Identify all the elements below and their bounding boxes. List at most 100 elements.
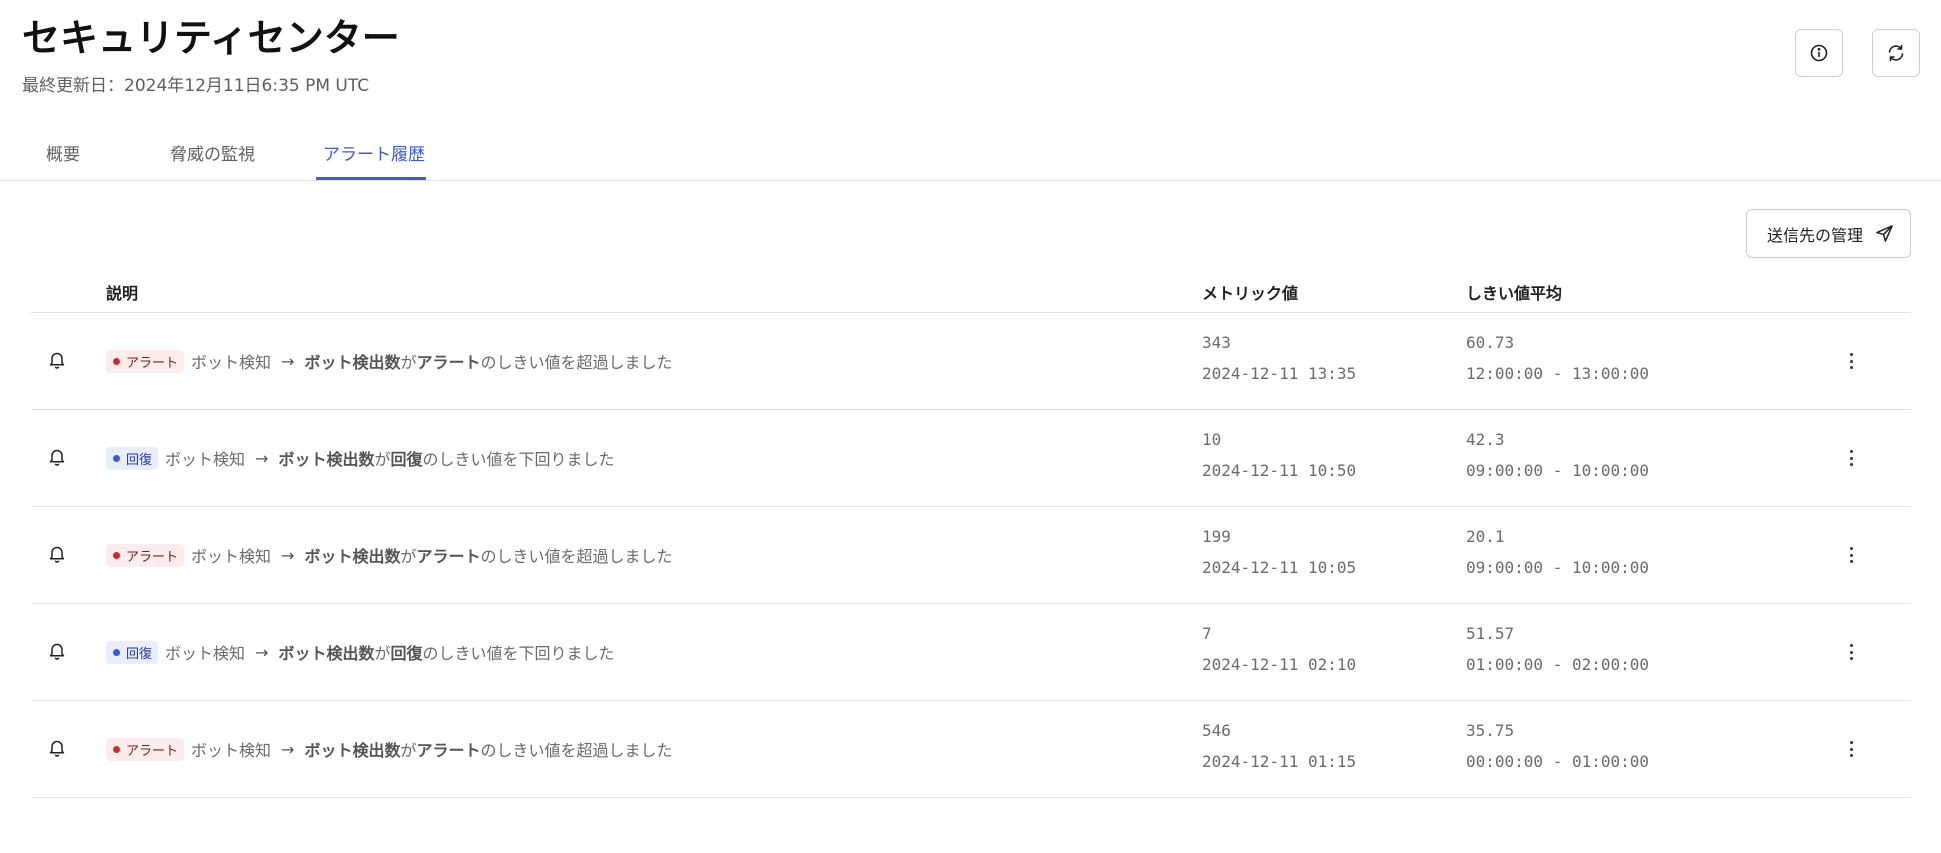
table-row[interactable]: 回復 ボット検知 → ボット検出数が回復 のしきい値を下回りました 7 2024-12-11… [31,604,1911,701]
tab-alert-history[interactable]: アラート履歴 [323,140,425,165]
threshold-time-range: 00:00:00 - 01:00:00 [1466,752,1650,771]
manage-destinations-button[interactable]: 送信先の管理 [1745,209,1911,258]
alert-source: ボット検知 [165,644,246,663]
arrow-right-icon: → [281,545,295,565]
threshold-average: 51.57 [1466,624,1515,643]
alert-source: ボット検知 [191,547,272,566]
status-dot [113,551,120,559]
alert-description: 回復 ボット検知 → ボット検出数が回復 のしきい値を下回りました [106,640,615,664]
send-icon [1876,225,1893,242]
threshold-time-range: 09:00:00 - 10:00:00 [1466,558,1650,577]
status-badge: 回復 [106,640,159,664]
refresh-button[interactable] [1872,29,1920,77]
active-tab-indicator [316,177,426,180]
info-button[interactable] [1795,29,1843,77]
metric-name: ボット検出数 [278,450,375,469]
state-name: アラート [416,547,481,566]
particle-text: が [374,644,391,663]
particle-text: が [400,353,417,372]
page-header: セキュリティセンター 最終更新日：2024年12月11日6:35 PM UTC [22,12,400,96]
state-name: アラート [416,741,481,760]
table-row[interactable]: アラート ボット検知 → ボット検出数がアラート のしきい値を超過しました 343 2024… [31,313,1911,410]
metric-name: ボット検出数 [304,353,401,372]
metric-value: 546 [1202,721,1231,740]
status-badge: アラート [106,543,185,567]
state-name: 回復 [390,450,423,469]
message-suffix: のしきい値を超過しました [480,547,673,566]
table-row[interactable]: 回復 ボット検知 → ボット検出数が回復 のしきい値を下回りました 10 2024-12-1… [31,410,1911,507]
column-header-threshold-average: しきい値平均 [1466,284,1563,303]
alert-description: アラート ボット検知 → ボット検出数がアラート のしきい値を超過しました [106,737,673,761]
table-header: 説明 メトリック値 しきい値平均 [31,268,1911,313]
table-body: アラート ボット検知 → ボット検出数がアラート のしきい値を超過しました 343 2024… [31,313,1911,798]
status-badge: アラート [106,349,185,373]
message-suffix: のしきい値を下回りました [422,644,615,663]
particle-text: が [374,450,391,469]
metric-timestamp: 2024-12-11 02:10 [1202,655,1357,674]
particle-text: が [400,547,417,566]
more-options-icon[interactable] [1848,351,1854,371]
metric-value: 7 [1202,624,1212,643]
more-options-icon[interactable] [1848,448,1854,468]
table-row[interactable]: アラート ボット検知 → ボット検出数がアラート のしきい値を超過しました 546 2024… [31,701,1911,798]
page-title: セキュリティセンター [22,16,400,60]
arrow-right-icon: → [281,351,295,371]
metric-name: ボット検出数 [304,547,401,566]
status-badge-label: アラート [126,549,179,565]
arrow-right-icon: → [255,642,269,662]
tab-overview[interactable]: 概要 [46,140,80,165]
alert-description: アラート ボット検知 → ボット検出数がアラート のしきい値を超過しました [106,349,673,373]
status-dot [113,745,120,753]
metric-name: ボット検出数 [304,741,401,760]
state-name: 回復 [390,644,423,663]
metric-name: ボット検出数 [278,644,375,663]
status-badge-label: アラート [126,355,179,371]
metric-value: 10 [1202,430,1222,449]
bell-icon [49,449,65,466]
alert-history-table: 説明 メトリック値 しきい値平均 アラート ボット検知 → ボット検出数がアラート のし… [31,268,1911,798]
info-icon [1810,44,1828,62]
status-badge: アラート [106,737,185,761]
bell-icon [49,740,65,757]
threshold-average: 60.73 [1466,333,1515,352]
column-header-metric-value: メトリック値 [1202,284,1299,303]
status-dot [113,454,120,462]
message-suffix: のしきい値を超過しました [480,353,673,372]
status-badge-label: 回復 [126,646,153,662]
bell-icon [49,546,65,563]
status-badge-label: アラート [126,743,179,759]
metric-value: 199 [1202,527,1231,546]
manage-destinations-label: 送信先の管理 [1766,225,1863,245]
more-options-icon[interactable] [1848,545,1854,565]
tab-threat-monitoring[interactable]: 脅威の監視 [170,140,255,165]
message-suffix: のしきい値を下回りました [422,450,615,469]
alert-source: ボット検知 [191,353,272,372]
metric-timestamp: 2024-12-11 10:50 [1202,461,1357,480]
tab-bar: 概要 脅威の監視 アラート履歴 [0,132,1941,181]
threshold-time-range: 12:00:00 - 13:00:00 [1466,364,1650,383]
last-updated-text: 最終更新日：2024年12月11日6:35 PM UTC [22,76,370,96]
column-header-description: 説明 [106,284,139,303]
particle-text: が [400,741,417,760]
alert-description: アラート ボット検知 → ボット検出数がアラート のしきい値を超過しました [106,543,673,567]
arrow-right-icon: → [281,739,295,759]
threshold-time-range: 01:00:00 - 02:00:00 [1466,655,1650,674]
threshold-time-range: 09:00:00 - 10:00:00 [1466,461,1650,480]
arrow-right-icon: → [255,448,269,468]
alert-source: ボット検知 [165,450,246,469]
refresh-icon [1888,44,1904,62]
status-dot [113,648,120,656]
status-badge: 回復 [106,446,159,470]
threshold-average: 42.3 [1466,430,1505,449]
metric-value: 343 [1202,333,1231,352]
threshold-average: 35.75 [1466,721,1515,740]
table-row[interactable]: アラート ボット検知 → ボット検出数がアラート のしきい値を超過しました 199 2024… [31,507,1911,604]
metric-timestamp: 2024-12-11 10:05 [1202,558,1357,577]
message-suffix: のしきい値を超過しました [480,741,673,760]
state-name: アラート [416,353,481,372]
more-options-icon[interactable] [1848,642,1854,662]
more-options-icon[interactable] [1848,739,1854,759]
threshold-average: 20.1 [1466,527,1505,546]
bell-icon [49,643,65,660]
bell-icon [49,352,65,369]
